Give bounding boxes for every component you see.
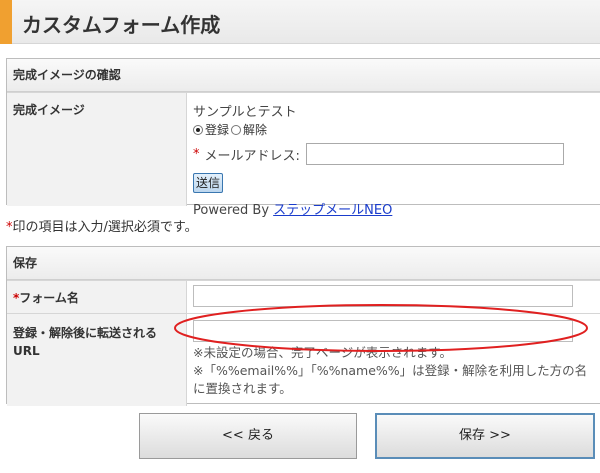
preview-table: 完成イメージの確認 完成イメージ サンプルとテスト 登録 解除 * メールアドレ… [6, 58, 600, 218]
save-button[interactable]: 保存 >> [375, 413, 595, 459]
preview-email-input[interactable] [305, 143, 564, 165]
powered-by: Powered By ステップメールNEO [193, 199, 392, 218]
powered-by-prefix: Powered By [193, 203, 274, 218]
preview-email-row: * メールアドレス: [193, 143, 564, 165]
redirect-hint-unset: ※未設定の場合、完了ページが表示されます。 [193, 345, 452, 360]
save-table: 保存 *フォーム名 登録・解除後に転送されるURL ※未設定の場合、完了ページが… [6, 246, 600, 406]
form-name-input[interactable] [193, 285, 573, 307]
required-mark: * [193, 146, 200, 162]
powered-by-link[interactable]: ステップメールNEO [273, 203, 392, 218]
form-name-cell [193, 281, 600, 313]
radio-register[interactable] [193, 124, 203, 135]
radio-cancel-label: 解除 [243, 123, 268, 137]
header-accent-bar [0, 0, 12, 44]
page-title: カスタムフォーム作成 [22, 13, 221, 37]
preview-submit-button[interactable]: 送信 [193, 173, 223, 193]
preview-radio-group: 登録 解除 [193, 121, 267, 138]
required-note: *印の項目は入力/選択必須です。 [6, 216, 198, 235]
back-button[interactable]: << 戻る [139, 413, 357, 459]
preview-label: 完成イメージ [7, 93, 187, 206]
form-name-row: *フォーム名 [7, 280, 600, 313]
preview-row: 完成イメージ サンプルとテスト 登録 解除 * メールアドレス: 送信 Powe… [7, 92, 600, 218]
redirect-url-input[interactable] [193, 320, 573, 342]
save-section-header: 保存 [7, 247, 600, 280]
form-name-label: *フォーム名 [7, 281, 187, 313]
preview-section-header: 完成イメージの確認 [7, 59, 600, 92]
preview-cell: サンプルとテスト 登録 解除 * メールアドレス: 送信 Powered By … [193, 93, 600, 218]
radio-register-label: 登録 [205, 123, 230, 137]
redirect-url-row: 登録・解除後に転送されるURL ※未設定の場合、完了ページが表示されます。 ※「… [7, 313, 600, 406]
required-note-text: 印の項目は入力/選択必須です。 [12, 220, 198, 235]
page-header: カスタムフォーム作成 [0, 0, 600, 44]
redirect-hint-replace: ※「%%email%%」「%%name%%」は登録・解除を利用した方の名に置換さ… [193, 363, 588, 396]
preview-form-title: サンプルとテスト [193, 105, 297, 120]
redirect-url-cell: ※未設定の場合、完了ページが表示されます。 ※「%%email%%」「%%nam… [193, 314, 600, 406]
email-label: メールアドレス: [204, 148, 300, 164]
radio-cancel[interactable] [231, 124, 242, 135]
redirect-url-label: 登録・解除後に転送されるURL [7, 314, 187, 406]
form-name-label-text: フォーム名 [19, 291, 79, 305]
